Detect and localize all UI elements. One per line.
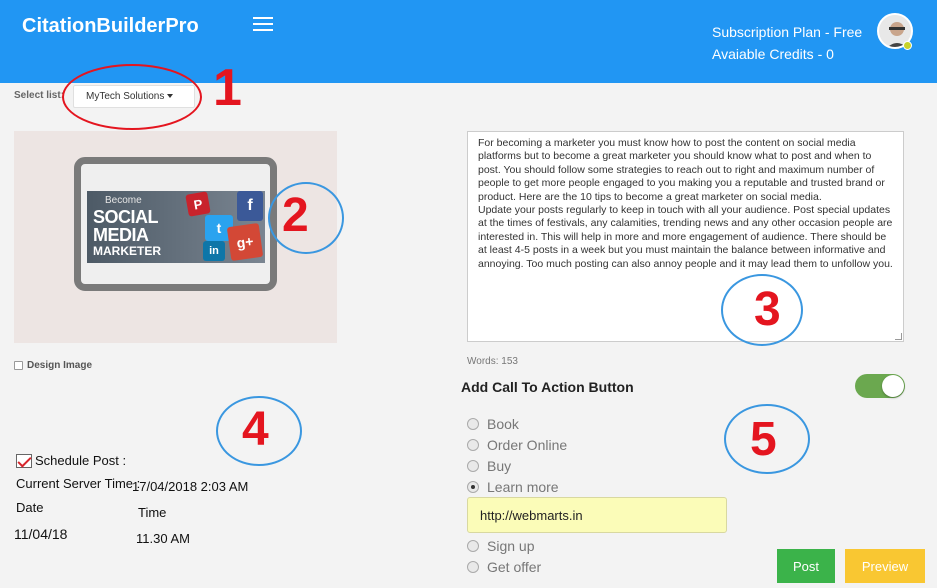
- design-image-checkbox[interactable]: Design Image: [14, 360, 92, 371]
- checkbox-icon[interactable]: [14, 361, 23, 370]
- word-count: Words: 153: [467, 356, 518, 367]
- cta-option-label: Sign up: [487, 538, 535, 554]
- annotation-number: 1: [213, 59, 242, 117]
- brand-logo[interactable]: CitationBuilderPro: [22, 15, 199, 38]
- server-time-value: 17/04/2018 2:03 AM: [132, 479, 249, 494]
- select-list-label: Select list:: [14, 90, 65, 101]
- cta-toggle[interactable]: [855, 374, 905, 398]
- annotation-ring-1: [62, 64, 202, 130]
- resize-handle-icon[interactable]: [895, 333, 902, 340]
- annotation-number: 3: [754, 283, 781, 336]
- annotation-number: 5: [750, 413, 777, 466]
- post-paragraph: For becoming a marketer you must know ho…: [478, 137, 885, 203]
- date-input[interactable]: 11/04/18: [14, 526, 67, 542]
- cta-option-label: Book: [487, 416, 519, 432]
- post-button[interactable]: Post: [777, 549, 835, 583]
- cta-option-label: Buy: [487, 458, 512, 474]
- cta-option-sign-up[interactable]: Sign up: [467, 538, 534, 554]
- annotation-number: 4: [242, 403, 269, 456]
- radio-icon[interactable]: [467, 460, 479, 472]
- schedule-post-label: Schedule Post :: [35, 453, 127, 468]
- post-content-textarea[interactable]: For becoming a marketer you must know ho…: [467, 131, 904, 342]
- promo-text: Become: [105, 195, 142, 206]
- promo-text: MARKETER: [93, 244, 161, 258]
- server-time-label: Current Server Time :: [16, 476, 141, 491]
- checkmark-icon[interactable]: [16, 453, 32, 468]
- radio-icon[interactable]: [467, 561, 479, 573]
- promo-banner: Become SOCIAL MEDIA MARKETER P t f in g+: [87, 191, 265, 263]
- schedule-post-checkbox[interactable]: Schedule Post :: [16, 453, 126, 468]
- cta-option-get-offer[interactable]: Get offer: [467, 559, 541, 575]
- post-paragraph: Update your posts regularly to keep in t…: [478, 204, 893, 270]
- cta-option-learn-more[interactable]: Learn more: [467, 479, 559, 495]
- pinterest-icon: P: [185, 191, 211, 217]
- cta-url-input[interactable]: http://webmarts.in: [467, 497, 727, 533]
- available-credits: Avaiable Credits - 0: [712, 46, 834, 62]
- promo-text: MEDIA: [93, 225, 149, 245]
- design-image-label: Design Image: [27, 360, 93, 371]
- tablet-illustration: Become SOCIAL MEDIA MARKETER P t f in g+: [74, 157, 277, 291]
- cta-option-book[interactable]: Book: [467, 416, 519, 432]
- preview-button[interactable]: Preview: [845, 549, 925, 583]
- facebook-icon: f: [237, 191, 263, 221]
- radio-selected-icon[interactable]: [467, 481, 479, 493]
- radio-icon[interactable]: [467, 418, 479, 430]
- linkedin-icon: in: [203, 241, 225, 261]
- cta-option-buy[interactable]: Buy: [467, 458, 511, 474]
- cta-option-label: Get offer: [487, 559, 542, 575]
- toggle-knob: [882, 375, 904, 397]
- annotation-number: 2: [282, 189, 309, 242]
- cta-option-order-online[interactable]: Order Online: [467, 437, 567, 453]
- radio-icon[interactable]: [467, 439, 479, 451]
- online-status-icon: [903, 41, 912, 50]
- google-plus-icon: g+: [226, 222, 264, 262]
- cta-title: Add Call To Action Button: [461, 379, 634, 395]
- date-label: Date: [16, 500, 44, 515]
- cta-option-label: Order Online: [487, 437, 568, 453]
- cta-option-label: Learn more: [487, 479, 559, 495]
- subscription-plan: Subscription Plan - Free: [712, 24, 863, 40]
- menu-icon[interactable]: [253, 17, 273, 32]
- radio-icon[interactable]: [467, 540, 479, 552]
- time-input[interactable]: 11.30 AM: [136, 531, 190, 546]
- time-label: Time: [138, 505, 167, 520]
